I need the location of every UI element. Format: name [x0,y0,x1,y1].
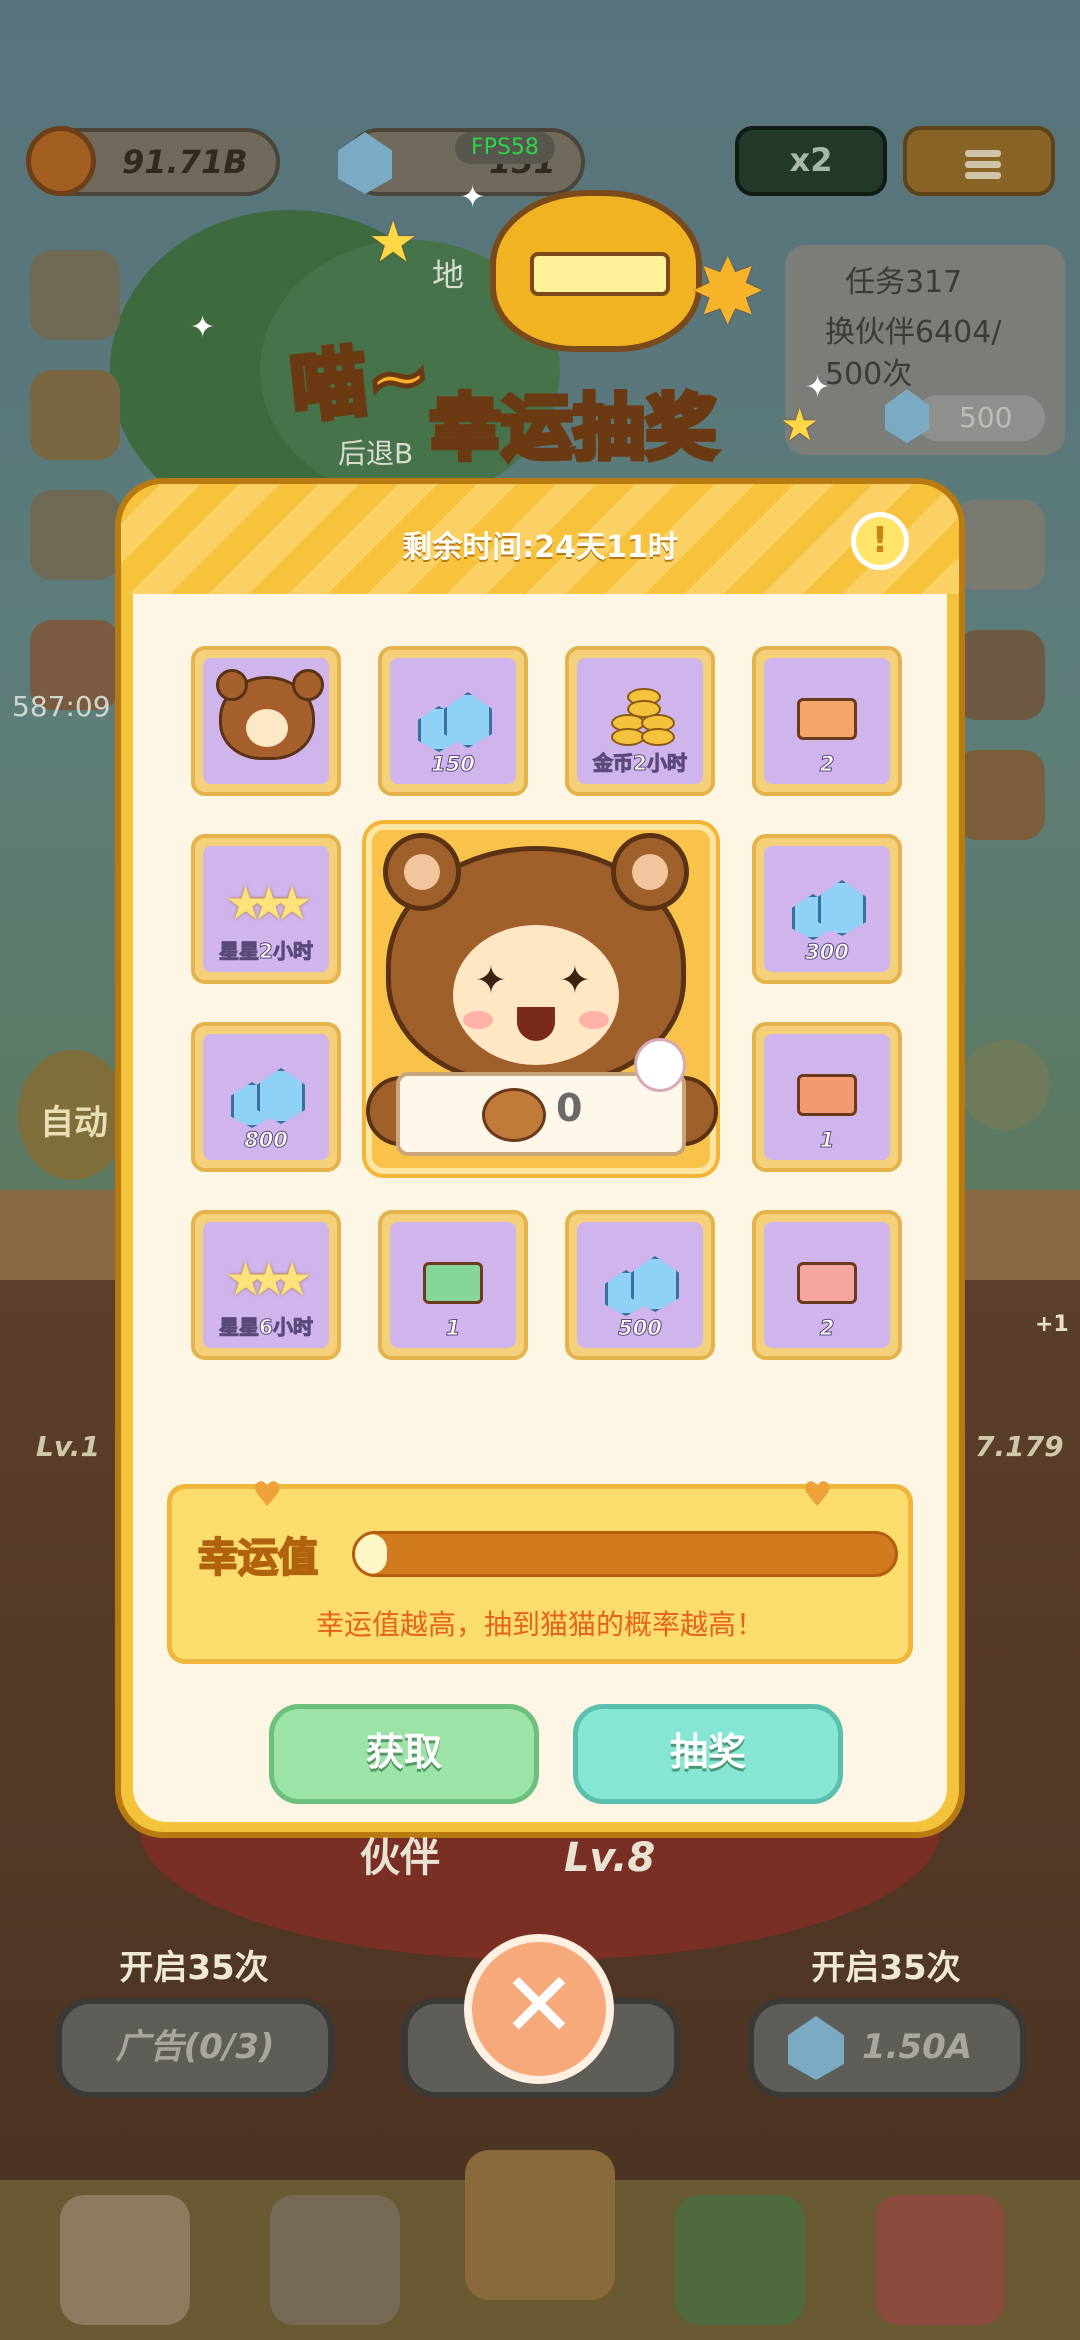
bear-costume-icon [216,669,324,760]
ribbon-icon: ✸ [690,240,766,345]
sunglasses [530,252,670,296]
open-count-left: 开启35次 [119,1948,269,1988]
reward-cell: 金币2小时 [565,646,715,796]
sparkle-icon: ✦ [460,180,486,215]
nav-tree[interactable] [675,2195,805,2325]
luck-progress-bar [352,1531,898,1577]
star-pile-icon: ★★★ [225,876,313,930]
cat-card-icon[interactable] [955,630,1045,720]
skills-icon[interactable] [30,250,120,340]
menu-button[interactable] [903,126,1055,196]
dialog-header: 剩余时间:24天11时 ! [121,484,959,594]
info-icon[interactable]: ! [851,512,909,570]
ad-button[interactable]: 广告(0/3) [56,1998,334,2098]
banner-title: 幸运抽奖 [427,384,719,472]
reward-cell: 2 [752,1210,902,1360]
reward-label: 1 [819,1128,835,1153]
nav-chest[interactable] [465,2150,615,2300]
background-timer: 587:09 [12,690,111,723]
reward-cell: 300 [752,834,902,984]
star-icon: ★ [368,210,419,275]
reward-label: 金币2小时 [593,751,688,776]
sparkle-icon: ✦ [805,370,831,405]
reward-label: 2 [819,752,835,777]
reward-cell: 500 [565,1210,715,1360]
fps-indicator: FPS58 [455,132,555,164]
reward-label: 500 [618,1316,663,1341]
luck-description: 幸运值越高，抽到猫猫的概率越高！ [315,1608,764,1641]
luck-progress-fill [355,1534,388,1574]
grand-prize-count: 0 [556,1086,583,1130]
background-plus-one: +1 [1035,1312,1069,1337]
nav-cats[interactable] [60,2195,190,2325]
reward-cell: ★★★ 星星2小时 [191,834,341,984]
reward-cell: 150 [378,646,528,796]
banner-meow: 喵~ [284,327,437,435]
chest-icon[interactable] [30,370,120,460]
reward-cell: 2 [752,646,902,796]
gem-icon [885,389,929,443]
reward-cell: 800 [191,1022,341,1172]
coin-icon [26,126,96,196]
fish-ticket-icon [423,1262,483,1304]
task-reward: 500 [959,401,1013,434]
reward-label: 800 [244,1128,289,1153]
obtain-button[interactable]: 获取 [269,1704,539,1804]
paw-ticket-icon [797,1262,857,1304]
star-icon: ★ [780,400,820,451]
mouse-icon [634,1038,686,1092]
reward-cell: ★★★ 星星6小时 [191,1210,341,1360]
close-button[interactable]: ✕ [464,1934,614,2084]
reward-label: 150 [431,752,476,777]
bear-face-icon [482,1088,546,1142]
cat-ticket-icon [797,698,857,740]
reward-cell: 1 [378,1210,528,1360]
open-count-right: 开启35次 [811,1948,961,1988]
reward-label: 星星2小时 [219,939,314,964]
dialog-body: 150 金币2小时 2 ★★★ 星星2小时 300 800 1 ★★★ 星星6小… [133,594,947,1822]
heart-icon: ♥ [252,1475,283,1515]
gem-pile-icon [418,686,492,752]
task-title: 任务317 [845,265,963,300]
coin-pile-icon [607,684,675,746]
auto-button-label: 自动 [40,1103,108,1143]
partner-level: Lv.8 [563,1835,656,1881]
gem-cost: 1.50A [861,2027,973,2067]
luck-label: 幸运值 [197,1534,319,1582]
sparkle-icon: ✦ [190,310,216,345]
reward-label: 星星6小时 [219,1315,314,1340]
reward-label: 1 [445,1316,461,1341]
reward-cell [191,646,341,796]
background-fragment-a: 地 [432,256,465,294]
remaining-time: 剩余时间:24天11时 [402,530,678,565]
reward-label: 300 [805,940,850,965]
nav-house[interactable] [875,2195,1005,2325]
gem-pile-icon [792,874,866,940]
grand-prize-cell: ✦ ✦ 0 [366,824,718,1174]
background-level-left: Lv.1 [36,1430,100,1463]
star-pile-icon: ★★★ [225,1252,313,1306]
gem-pile-icon [231,1062,305,1128]
coin-value: 91.71B [122,143,248,181]
gem-pile-icon [605,1250,679,1316]
gift-icon[interactable] [955,750,1045,840]
cat-mascot [490,190,702,352]
candy-icon[interactable] [960,1040,1050,1130]
mystery-box-icon[interactable] [30,490,120,580]
bread-ticket-icon [797,1074,857,1116]
luck-panel: ♥ ♥ 幸运值 幸运值越高，抽到猫猫的概率越高！ [167,1475,913,1664]
heart-icon: ♥ [802,1475,833,1515]
draw-button[interactable]: 抽奖 [573,1704,843,1804]
background-value-right: 7.179 [975,1430,1064,1463]
close-icon: ✕ [501,1953,577,2058]
reward-label: 2 [819,1316,835,1341]
nav-equipment[interactable] [270,2195,400,2325]
lucky-draw-dialog: 剩余时间:24天11时 ! 150 金币2小时 2 ★★★ 星星2小时 300 … [115,478,965,1838]
background-fragment-b: 后退B [338,437,414,470]
partner-tag: 伙伴 Lv.8 [360,1825,710,1905]
partner-label: 伙伴 [360,1835,440,1881]
task-reward-badge[interactable]: 500 [885,389,1045,443]
notes-icon[interactable] [955,500,1045,590]
reward-cell: 1 [752,1022,902,1172]
